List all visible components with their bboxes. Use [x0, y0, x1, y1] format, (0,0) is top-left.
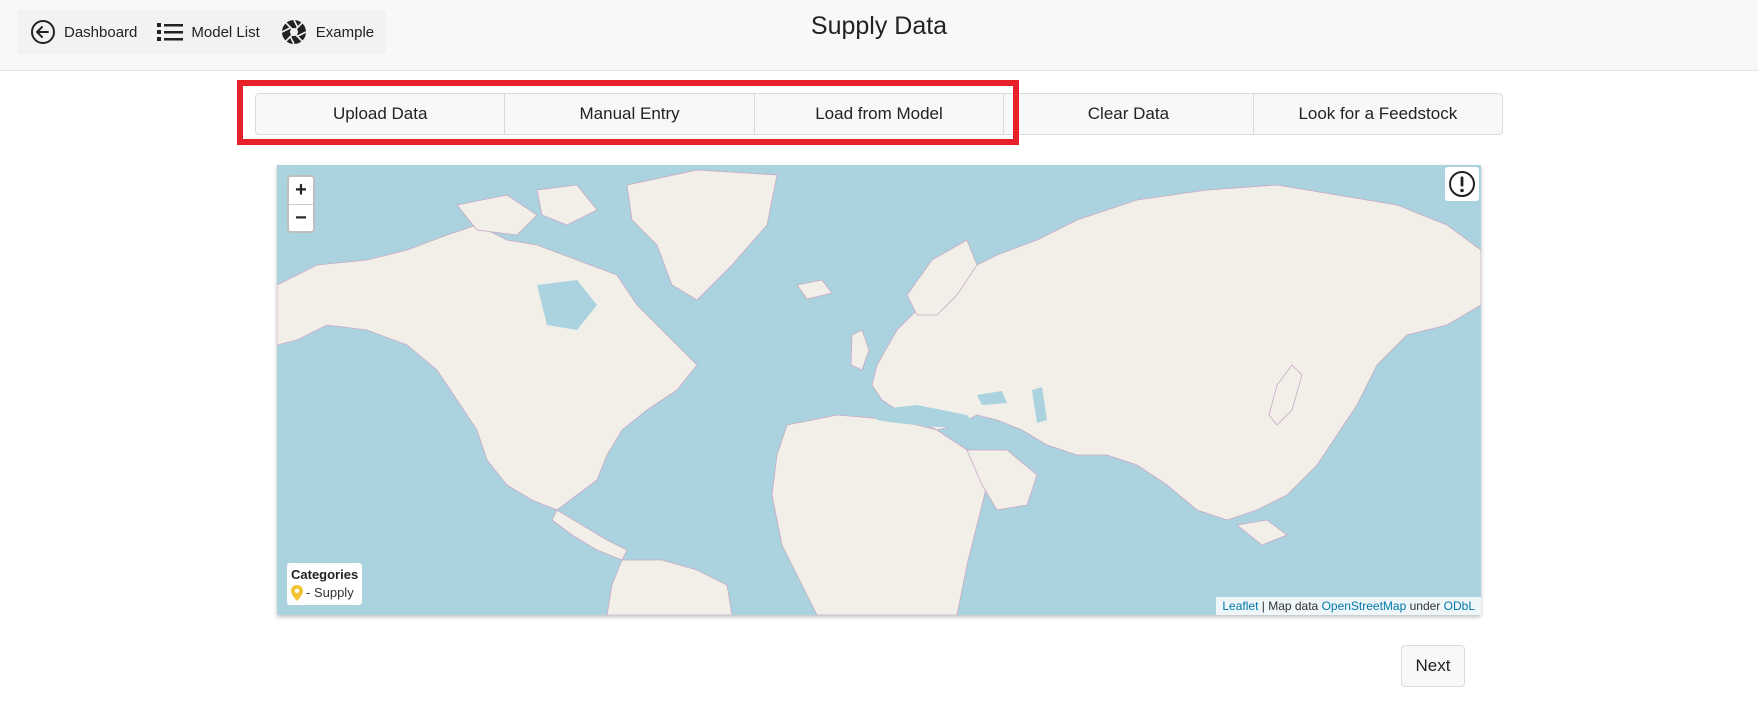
- look-for-feedstock-button[interactable]: Look for a Feedstock: [1254, 94, 1502, 134]
- world-map[interactable]: [277, 165, 1481, 615]
- map-attribution: Leaflet | Map data OpenStreetMap under O…: [1216, 597, 1481, 615]
- zoom-out-button[interactable]: −: [289, 205, 313, 232]
- manual-entry-button[interactable]: Manual Entry: [505, 94, 755, 134]
- top-header: Dashboard Model List Example Supply Data: [0, 0, 1758, 71]
- page-title: Supply Data: [810, 12, 948, 40]
- legend-title: Categories: [291, 567, 359, 582]
- leaflet-link[interactable]: Leaflet: [1222, 599, 1258, 613]
- odbl-link[interactable]: ODbL: [1444, 599, 1475, 613]
- openstreetmap-link[interactable]: OpenStreetMap: [1322, 599, 1407, 613]
- zoom-in-button[interactable]: +: [289, 177, 313, 205]
- upload-data-button[interactable]: Upload Data: [256, 94, 506, 134]
- legend-item-label: - Supply: [306, 585, 354, 600]
- legend-item-supply: - Supply: [291, 584, 358, 602]
- exclamation-circle-icon: [1449, 171, 1475, 197]
- next-button[interactable]: Next: [1401, 645, 1465, 687]
- map-container[interactable]: + − Categories - Supply Leaflet | Map da…: [277, 165, 1481, 615]
- load-from-model-button[interactable]: Load from Model: [755, 94, 1005, 134]
- data-toolbar: Upload Data Manual Entry Load from Model…: [255, 93, 1503, 135]
- attribution-text-1: | Map data: [1258, 599, 1322, 613]
- clear-data-button[interactable]: Clear Data: [1004, 94, 1254, 134]
- map-legend: Categories - Supply: [287, 563, 363, 605]
- attribution-text-2: under: [1406, 599, 1444, 613]
- zoom-control: + −: [287, 175, 315, 233]
- map-info-button[interactable]: [1445, 167, 1479, 201]
- map-pin-icon: [291, 585, 303, 601]
